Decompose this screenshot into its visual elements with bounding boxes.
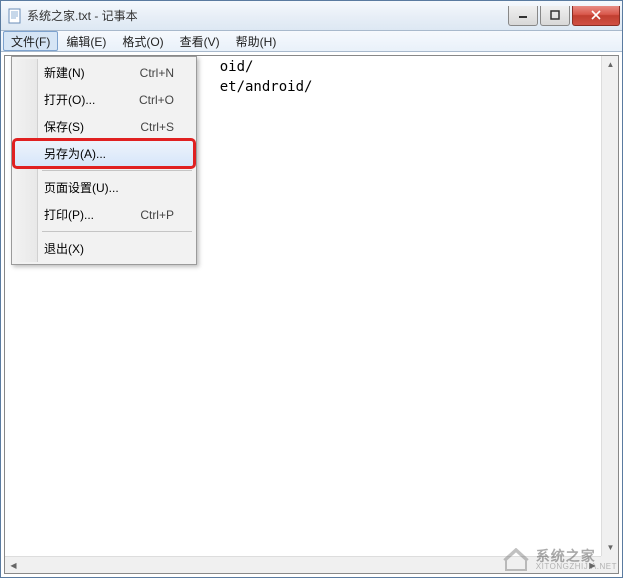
window-controls (508, 6, 620, 26)
menu-item-new[interactable]: 新建(N) Ctrl+N (14, 59, 194, 86)
menu-item-save[interactable]: 保存(S) Ctrl+S (14, 113, 194, 140)
menu-format[interactable]: 格式(O) (114, 31, 171, 51)
menu-item-label: 另存为(A)... (44, 145, 106, 162)
menu-item-print[interactable]: 打印(P)... Ctrl+P (14, 201, 194, 228)
menu-file[interactable]: 文件(F) (3, 31, 58, 51)
maximize-button[interactable] (540, 6, 570, 26)
close-button[interactable] (572, 6, 620, 26)
scroll-down-icon[interactable]: ▼ (602, 539, 619, 556)
file-dropdown: 新建(N) Ctrl+N 打开(O)... Ctrl+O 保存(S) Ctrl+… (11, 56, 197, 265)
window-title: 系统之家.txt - 记事本 (27, 7, 138, 24)
menu-edit[interactable]: 编辑(E) (58, 31, 114, 51)
scroll-right-icon[interactable]: ▶ (584, 557, 601, 574)
notepad-icon (7, 8, 23, 24)
scrollbar-vertical[interactable]: ▲ ▼ (601, 56, 618, 556)
dropdown-separator (42, 170, 192, 171)
menu-item-label: 打印(P)... (44, 206, 94, 223)
menubar: 文件(F) 编辑(E) 格式(O) 查看(V) 帮助(H) (1, 31, 622, 52)
menu-item-open[interactable]: 打开(O)... Ctrl+O (14, 86, 194, 113)
titlebar-left: 系统之家.txt - 记事本 (7, 7, 138, 24)
notepad-window: 系统之家.txt - 记事本 文件(F) 编辑(E) 格式(O) 查看(V) 帮… (0, 0, 623, 578)
menu-item-label: 页面设置(U)... (44, 179, 119, 196)
menu-item-label: 保存(S) (44, 118, 84, 135)
titlebar: 系统之家.txt - 记事本 (1, 1, 622, 31)
menu-item-label: 退出(X) (44, 240, 84, 257)
dropdown-separator (42, 231, 192, 232)
scroll-up-icon[interactable]: ▲ (602, 56, 619, 73)
scrollbar-corner (601, 556, 618, 573)
menu-item-save-as[interactable]: 另存为(A)... (14, 140, 194, 167)
menu-item-page-setup[interactable]: 页面设置(U)... (14, 174, 194, 201)
menu-item-shortcut: Ctrl+O (139, 93, 174, 107)
menu-view[interactable]: 查看(V) (172, 31, 228, 51)
scroll-left-icon[interactable]: ◀ (5, 557, 22, 574)
scrollbar-horizontal[interactable]: ◀ ▶ (5, 556, 601, 573)
menu-item-shortcut: Ctrl+P (140, 208, 174, 222)
menu-item-label: 打开(O)... (44, 91, 95, 108)
menu-item-shortcut: Ctrl+S (140, 120, 174, 134)
menu-item-label: 新建(N) (44, 64, 85, 81)
minimize-button[interactable] (508, 6, 538, 26)
menu-item-shortcut: Ctrl+N (140, 66, 174, 80)
content-area: oid/ et/android/ 新建(N) Ctrl+N 打开(O)... C… (4, 55, 619, 574)
menu-help[interactable]: 帮助(H) (228, 31, 285, 51)
menu-item-exit[interactable]: 退出(X) (14, 235, 194, 262)
